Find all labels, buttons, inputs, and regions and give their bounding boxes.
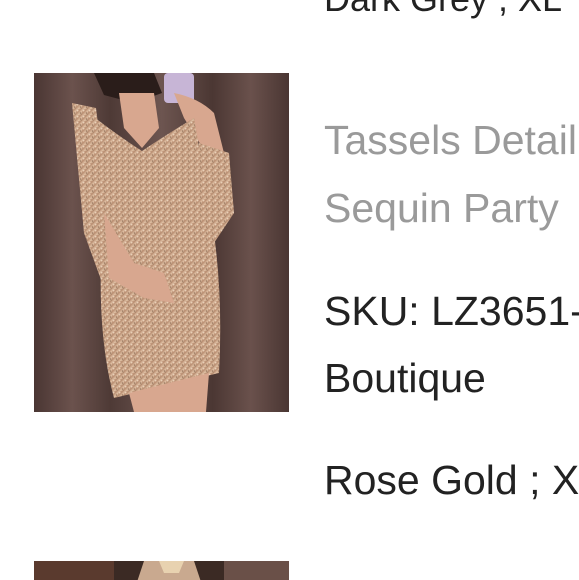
next-product-image[interactable] <box>34 561 289 580</box>
product-image[interactable] <box>34 73 289 412</box>
previous-item-variant: Dark Grey ; XL <box>324 0 562 20</box>
product-variant: Rose Gold ; XL <box>324 457 579 503</box>
product-sku: SKU: LZ3651- <box>324 288 579 334</box>
dress-photo <box>34 73 289 412</box>
product-title-line-1[interactable]: Tassels Detail <box>324 117 577 164</box>
next-product-photo <box>34 561 289 580</box>
product-title-line-2[interactable]: Sequin Party <box>324 185 559 232</box>
product-vendor: Boutique <box>324 355 486 401</box>
